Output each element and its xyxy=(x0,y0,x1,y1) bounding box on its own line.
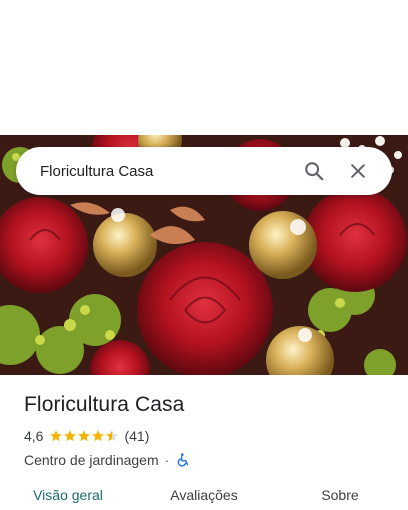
place-info: Floricultura Casa 4,6 (41) Centro de jar… xyxy=(24,393,394,469)
tab-overview[interactable]: Visão geral xyxy=(0,480,136,510)
review-count[interactable]: (41) xyxy=(124,428,149,444)
star-icon xyxy=(78,430,91,442)
blank-area xyxy=(0,0,408,135)
search-icon xyxy=(305,162,324,181)
search-bar[interactable]: Floricultura Casa xyxy=(16,147,392,195)
tab-about[interactable]: Sobre xyxy=(272,480,408,510)
star-icon xyxy=(50,430,63,442)
star-icon xyxy=(64,430,77,442)
search-button[interactable] xyxy=(292,149,336,193)
place-category: Centro de jardinagem xyxy=(24,452,159,468)
separator-dot: · xyxy=(164,452,170,468)
rating-row[interactable]: 4,6 (41) xyxy=(24,427,394,445)
half-star-icon xyxy=(106,430,119,442)
close-icon xyxy=(351,164,365,178)
star-icon xyxy=(92,430,105,442)
tab-bar: Visão geral Avaliações Sobre xyxy=(0,480,408,510)
tab-reviews[interactable]: Avaliações xyxy=(136,480,272,510)
category-row: Centro de jardinagem · xyxy=(24,451,394,469)
search-input[interactable]: Floricultura Casa xyxy=(40,163,292,180)
close-button[interactable] xyxy=(336,149,380,193)
place-title: Floricultura Casa xyxy=(24,393,185,416)
star-rating xyxy=(49,429,119,443)
rating-value: 4,6 xyxy=(24,428,44,444)
wheelchair-icon xyxy=(178,453,189,467)
